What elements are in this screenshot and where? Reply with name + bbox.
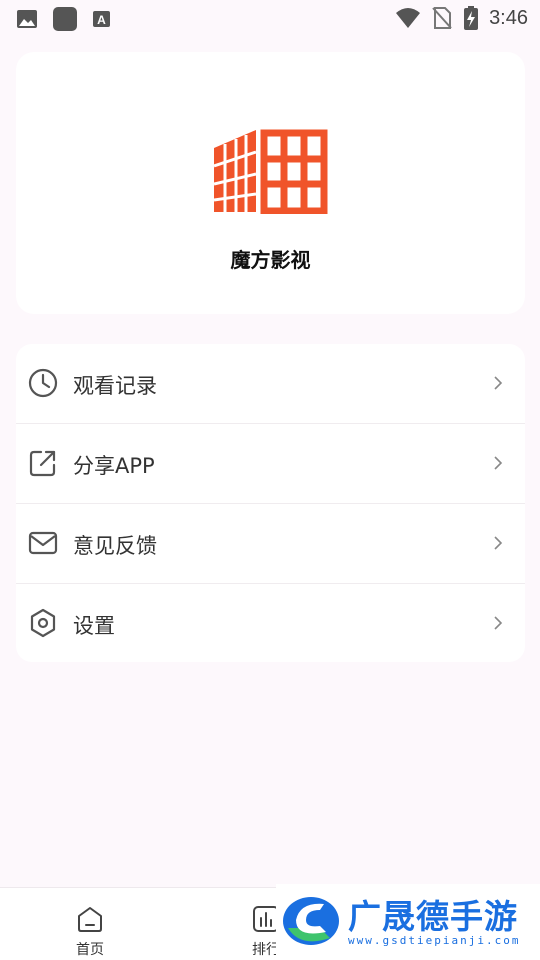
watermark-title: 广晟德手游: [348, 897, 518, 936]
screen: A 3:46 魔方影视 观看记录 分享APP 意见反馈 设置 首页 排行 广晟德…: [0, 0, 540, 960]
menu-item-label: 观看记录: [73, 374, 157, 398]
battery-charging-icon: [464, 6, 479, 30]
wifi-icon: [396, 8, 421, 28]
share-icon: [29, 450, 56, 477]
watermark: 广晟德手游 www.gsdtiepianji.com: [276, 884, 540, 960]
chevron-right-icon: [494, 376, 503, 390]
clock-icon: [28, 368, 58, 398]
chevron-right-icon: [494, 616, 503, 630]
menu-item-share[interactable]: 分享APP: [16, 424, 525, 504]
menu-item-label: 设置: [73, 614, 115, 638]
app-name: 魔方影视: [230, 248, 311, 272]
status-time: 3:46: [489, 6, 528, 29]
image-icon: [17, 10, 37, 28]
status-bar-right: 3:46: [395, 5, 528, 31]
mail-icon: [28, 531, 58, 555]
status-bar-left: A: [16, 6, 112, 32]
watermark-url: www.gsdtiepianji.com: [348, 934, 521, 947]
menu-item-settings[interactable]: 设置: [16, 584, 525, 662]
chevron-right-icon: [494, 536, 503, 550]
home-icon: [78, 907, 102, 932]
a-icon: A: [93, 11, 110, 27]
nav-label: 首页: [76, 942, 104, 958]
status-bar: A 3:46: [0, 0, 540, 36]
menu-list: 观看记录 分享APP 意见反馈 设置: [16, 344, 525, 662]
nav-home[interactable]: 首页: [50, 888, 130, 960]
chevron-right-icon: [494, 456, 503, 470]
menu-item-label: 意见反馈: [73, 534, 157, 558]
app-header-card: 魔方影视: [16, 52, 525, 314]
square-icon: [53, 7, 77, 31]
svg-text:A: A: [97, 13, 106, 27]
watermark-logo: [283, 897, 339, 945]
menu-item-history[interactable]: 观看记录: [16, 344, 525, 424]
settings-icon: [30, 608, 56, 638]
menu-item-feedback[interactable]: 意见反馈: [16, 504, 525, 584]
no-sim-icon: [432, 7, 452, 29]
menu-item-label: 分享APP: [73, 454, 155, 478]
app-logo: [214, 129, 328, 214]
